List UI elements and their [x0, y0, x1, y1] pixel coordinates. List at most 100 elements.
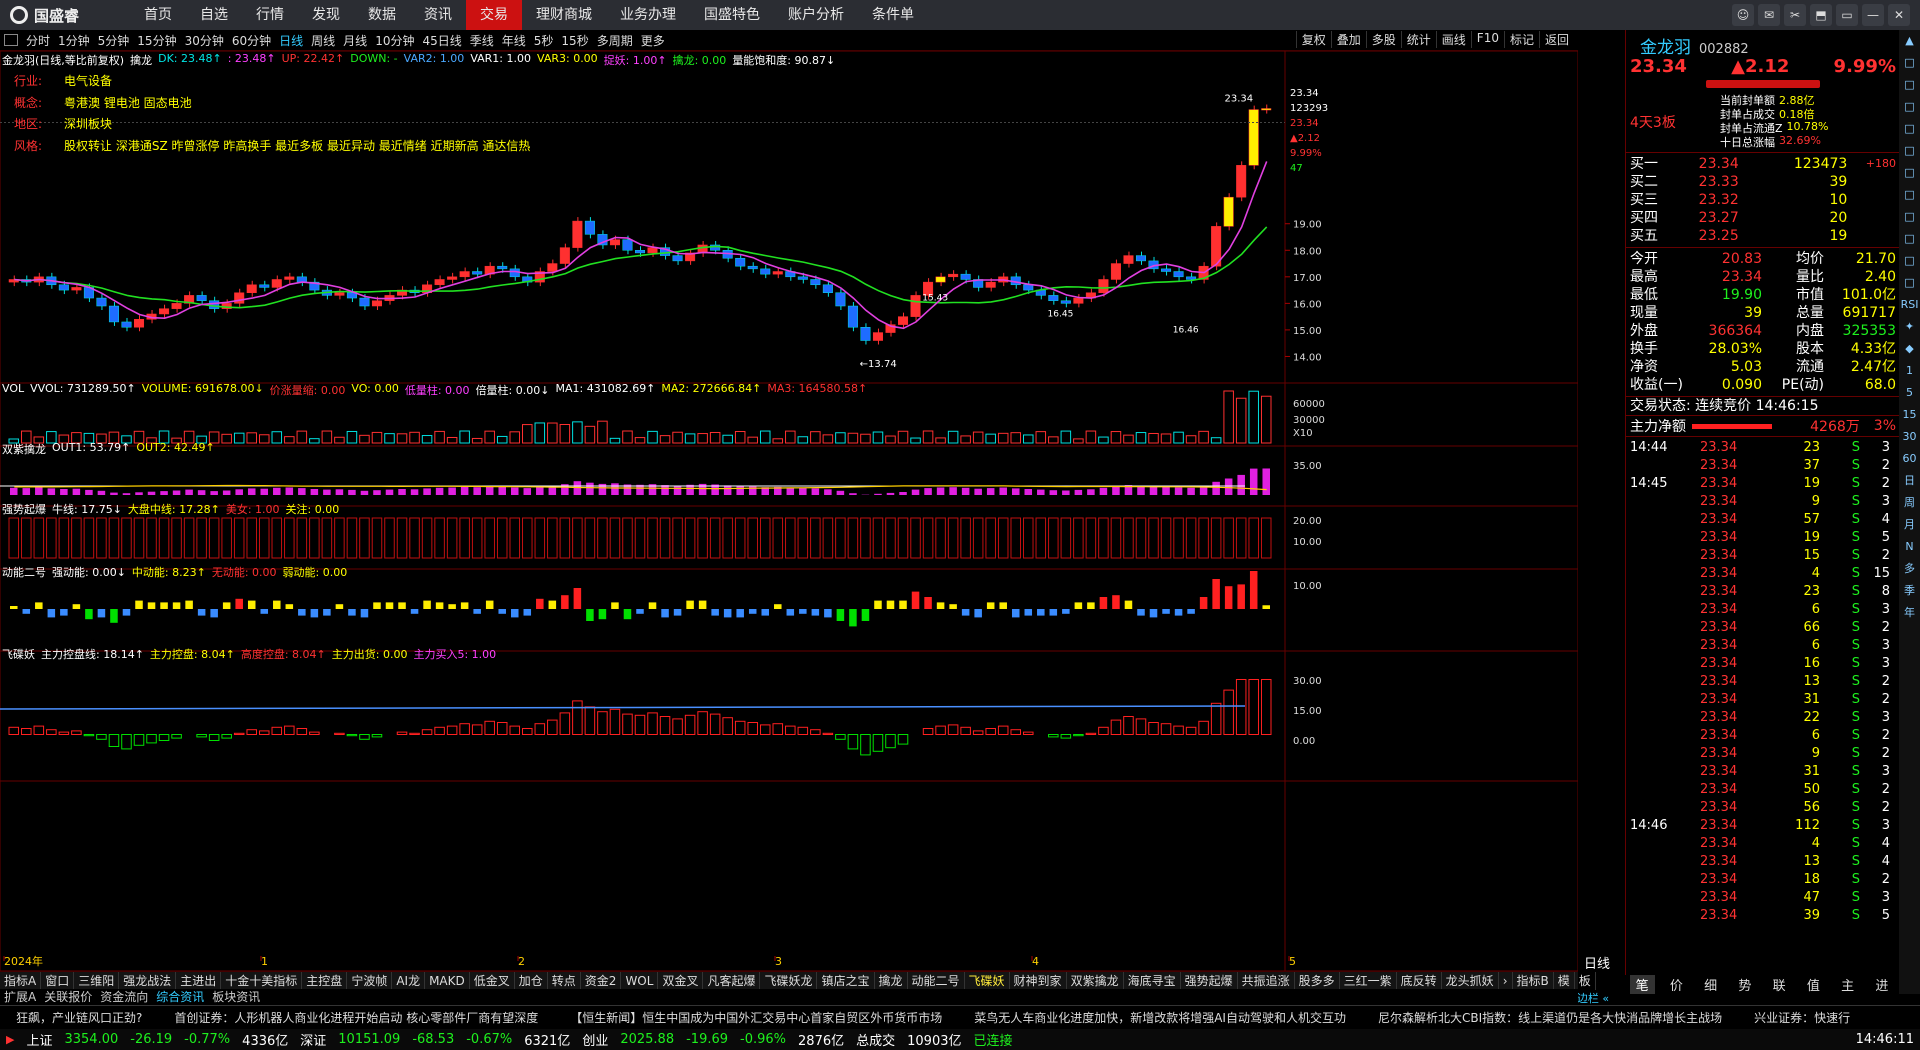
tool-button-2[interactable]: 多股 [1365, 31, 1401, 48]
period-0[interactable]: 分时 [22, 32, 54, 49]
period-7[interactable]: 周线 [307, 32, 339, 49]
indicator-tab-25[interactable]: 强势起爆 [1181, 972, 1238, 990]
tool-button-4[interactable]: 画线 [1435, 31, 1471, 48]
window-control-icon-4[interactable]: ▭ [1836, 4, 1858, 26]
menu-item-10[interactable]: 账户分析 [774, 0, 858, 30]
menu-item-8[interactable]: 业务办理 [606, 0, 690, 30]
sidebar-button-12[interactable]: RSI [1899, 294, 1920, 316]
tool-button-0[interactable]: 复权 [1295, 31, 1331, 48]
right-tab-0[interactable]: 笔 [1629, 975, 1655, 994]
menu-item-6[interactable]: 交易 [466, 0, 522, 30]
sidebar-button-25[interactable]: 季 [1899, 580, 1920, 602]
indicator-tab-15[interactable]: 双金叉 [658, 972, 704, 990]
sidebar-button-23[interactable]: N [1899, 536, 1920, 558]
period-16[interactable]: 更多 [637, 32, 669, 49]
index-name[interactable]: 创业 [576, 1030, 614, 1049]
panel-toggle-icon[interactable] [4, 34, 18, 46]
indicator-tab-23[interactable]: 双紫擒龙 [1067, 972, 1124, 990]
period-11[interactable]: 季线 [466, 32, 498, 49]
sidebar-button-19[interactable]: 60 [1899, 448, 1920, 470]
window-control-icon-6[interactable]: ✕ [1888, 4, 1910, 26]
sidebar-button-9[interactable]: □ [1899, 228, 1920, 250]
indicator-tab-32[interactable]: 指标B [1513, 972, 1554, 990]
indicator-tab-3[interactable]: 强龙战法 [119, 972, 177, 990]
right-tab-6[interactable]: 主 [1835, 975, 1860, 994]
sidebar-button-5[interactable]: □ [1899, 140, 1920, 162]
sidebar-button-13[interactable]: ✦ [1899, 316, 1920, 338]
tool-button-7[interactable]: 返回 [1538, 31, 1574, 48]
indicator-tab-17[interactable]: 飞碟妖龙 [760, 972, 818, 990]
indicator-tab-6[interactable]: 主控盘 [302, 972, 348, 990]
news-item[interactable]: 【恒生新闻】恒生中国成为中国外汇交易中心首家自贸区外币货币市场 [554, 1009, 958, 1026]
indicator-tab-5[interactable]: 十金十美指标 [221, 972, 303, 990]
period-9[interactable]: 10分钟 [371, 32, 418, 49]
indicator-tab-8[interactable]: AI龙 [392, 972, 426, 990]
window-control-icon-1[interactable]: ✉ [1758, 4, 1780, 26]
window-control-icon-0[interactable]: ☺ [1732, 4, 1754, 26]
tool-button-3[interactable]: 统计 [1400, 31, 1436, 48]
indicator-tab-27[interactable]: 股多多 [1295, 972, 1340, 990]
indicator-tab-31[interactable]: › [1499, 972, 1513, 990]
sidebar-button-20[interactable]: 日 [1899, 470, 1920, 492]
sidebar-button-11[interactable]: □ [1899, 272, 1920, 294]
indicator-tab-28[interactable]: 三红一紫 [1340, 972, 1397, 990]
period-4[interactable]: 30分钟 [181, 32, 228, 49]
menu-item-7[interactable]: 理财商城 [522, 0, 606, 30]
sidebar-button-0[interactable]: ▲ [1899, 30, 1920, 52]
sidebar-button-8[interactable]: □ [1899, 206, 1920, 228]
indicator-tab-4[interactable]: 主进出 [176, 972, 222, 990]
sidebar-button-16[interactable]: 5 [1899, 382, 1920, 404]
indicator-tab-30[interactable]: 龙头抓妖 [1442, 972, 1499, 990]
sidebar-button-1[interactable]: □ [1899, 52, 1920, 74]
indicator-tab-13[interactable]: 资金2 [581, 972, 622, 990]
menu-item-5[interactable]: 资讯 [410, 0, 466, 30]
tool-button-1[interactable]: 叠加 [1330, 31, 1366, 48]
extension-tab-4[interactable]: 板块资讯 [208, 989, 264, 1005]
period-14[interactable]: 15秒 [557, 32, 592, 49]
sidebar-button-21[interactable]: 周 [1899, 492, 1920, 514]
menu-item-4[interactable]: 数据 [354, 0, 410, 30]
indicator-tab-29[interactable]: 底反转 [1397, 972, 1442, 990]
tool-button-5[interactable]: F10 [1470, 31, 1504, 48]
window-control-icon-5[interactable]: — [1862, 4, 1884, 26]
indicator-tab-21[interactable]: 飞碟妖 [965, 972, 1010, 990]
indicator-tab-14[interactable]: WOL [621, 972, 659, 990]
indicator-tab-9[interactable]: MAKD [425, 972, 470, 990]
sidebar-button-4[interactable]: □ [1899, 118, 1920, 140]
window-control-icon-3[interactable]: ⬒ [1810, 4, 1832, 26]
right-tab-5[interactable]: 值 [1801, 975, 1826, 994]
news-item[interactable]: 兴业证券：快速行 [1738, 1009, 1866, 1026]
indicator-tab-1[interactable]: 窗口 [41, 972, 75, 990]
period-1[interactable]: 1分钟 [54, 32, 94, 49]
sidebar-button-10[interactable]: □ [1899, 250, 1920, 272]
period-2[interactable]: 5分钟 [94, 32, 134, 49]
indicator-tab-34[interactable]: 板 [1575, 972, 1596, 990]
window-control-icon-2[interactable]: ✂ [1784, 4, 1806, 26]
index-name[interactable]: 深证 [294, 1030, 332, 1049]
period-13[interactable]: 5秒 [530, 32, 558, 49]
right-tab-1[interactable]: 价 [1664, 975, 1689, 994]
right-tab-3[interactable]: 势 [1732, 975, 1757, 994]
app-logo[interactable]: 国盛睿 [0, 5, 130, 26]
right-tab-4[interactable]: 联 [1767, 975, 1792, 994]
period-6[interactable]: 日线 [275, 32, 307, 49]
period-8[interactable]: 月线 [339, 32, 371, 49]
period-5[interactable]: 60分钟 [228, 32, 275, 49]
menu-item-9[interactable]: 国盛特色 [690, 0, 774, 30]
sidebar-button-26[interactable]: 年 [1899, 602, 1920, 624]
indicator-tab-26[interactable]: 共振追涨 [1238, 972, 1295, 990]
index-name[interactable]: 上证 [20, 1030, 58, 1049]
indicator-tab-18[interactable]: 镇店之宝 [817, 972, 875, 990]
right-tab-2[interactable]: 细 [1698, 975, 1723, 994]
extension-tab-2[interactable]: 资金流向 [96, 989, 152, 1005]
period-3[interactable]: 15分钟 [133, 32, 180, 49]
sidebar-button-24[interactable]: 多 [1899, 558, 1920, 580]
indicator-tab-16[interactable]: 凡客起爆 [703, 972, 761, 990]
sidebar-button-15[interactable]: 1 [1899, 360, 1920, 382]
news-item[interactable]: 尼尔森解析北大CBI指数：线上渠道仍是各大快消品牌增长主战场 [1362, 1009, 1738, 1026]
extension-tab-3[interactable]: 综合资讯 [152, 989, 208, 1005]
indicator-tab-10[interactable]: 低金叉 [470, 972, 515, 990]
menu-item-2[interactable]: 行情 [242, 0, 298, 30]
sidebar-button-18[interactable]: 30 [1899, 426, 1920, 448]
sidebar-button-17[interactable]: 15 [1899, 404, 1920, 426]
